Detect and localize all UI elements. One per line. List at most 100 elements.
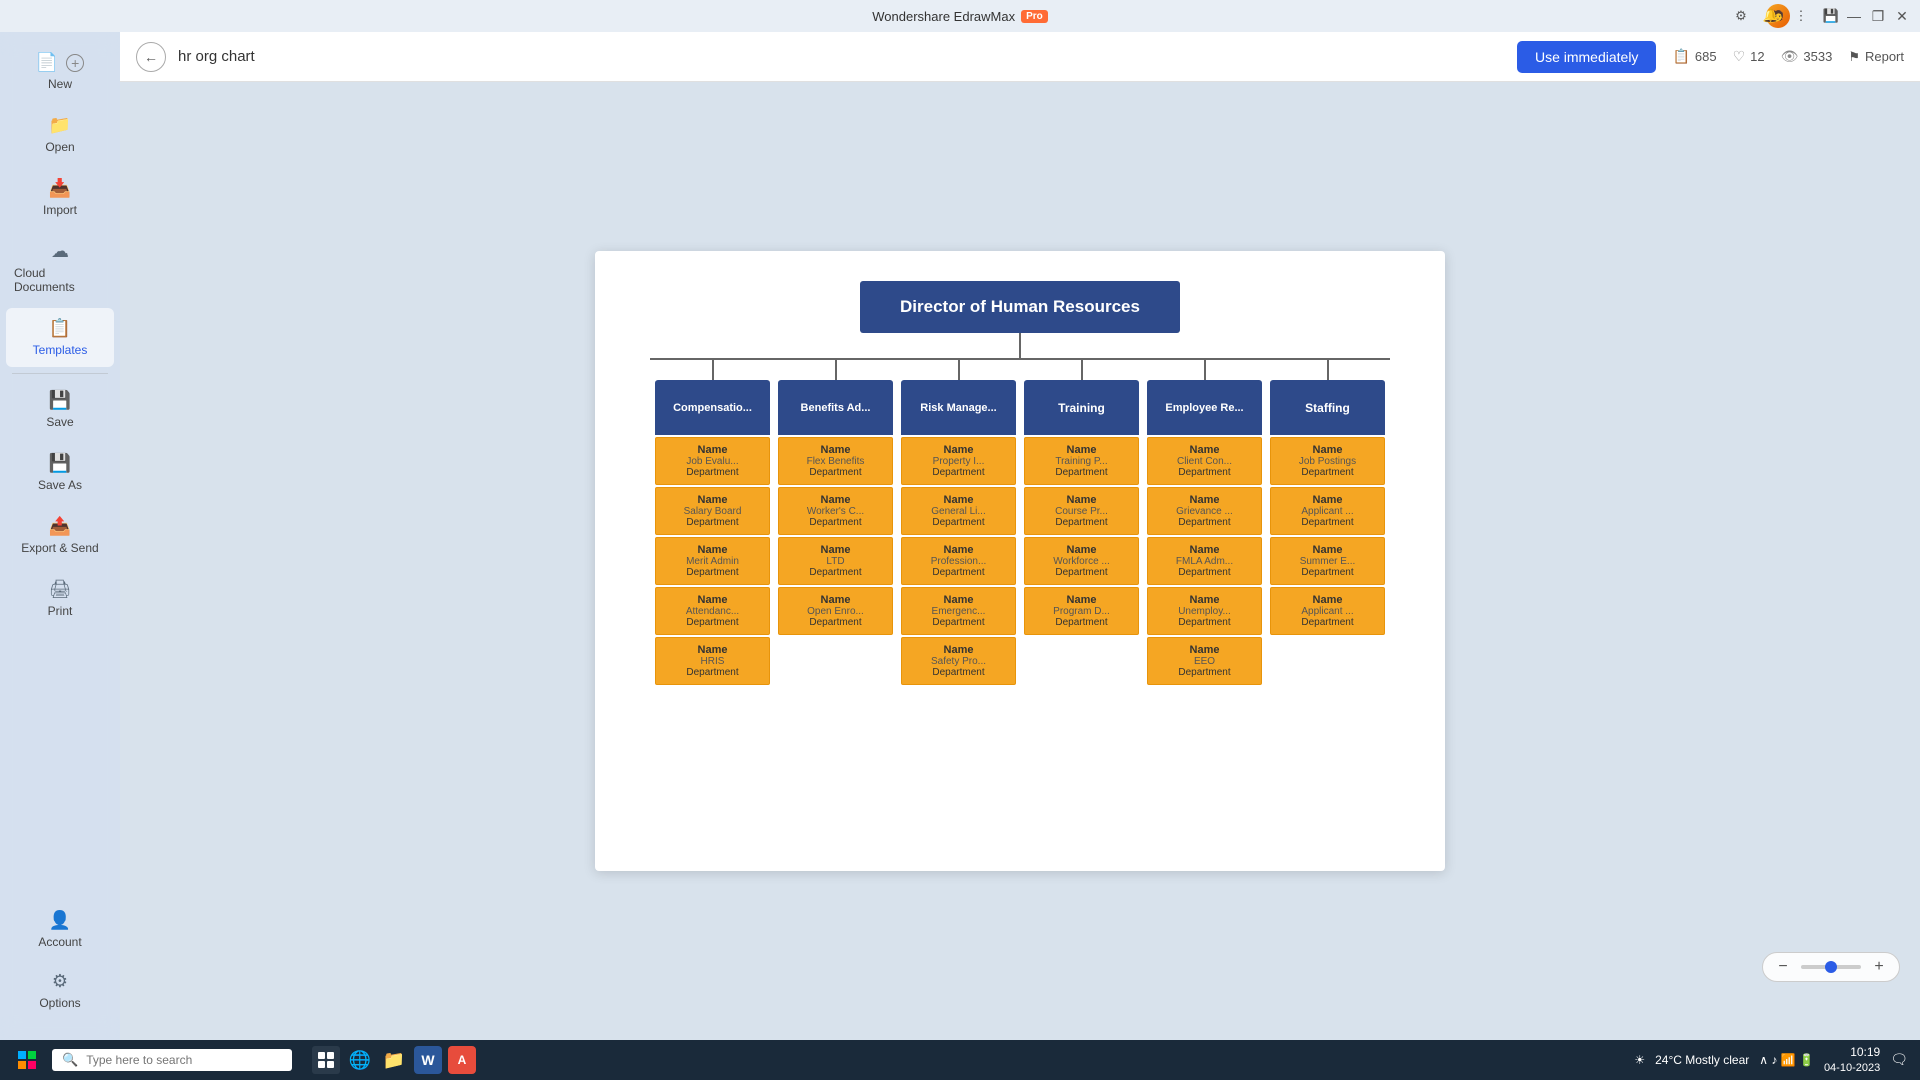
sidebar-item-export[interactable]: 📤 Export & Send [6,506,114,565]
dept-card: Name Unemploy... Department [1147,587,1262,635]
templates-icon: 📋 [49,318,71,339]
dept-staffing-header: Staffing [1270,380,1385,435]
dept-card: Name HRIS Department [655,637,770,685]
likes-stat: ♡ 12 [1733,48,1765,65]
minimize-button[interactable]: — [1846,8,1862,24]
explorer-icon[interactable]: 📁 [380,1046,408,1074]
zoom-in-button[interactable]: + [1869,957,1889,977]
sidebar-options-label: Options [39,996,80,1010]
app-title: Wondershare EdrawMax Pro [872,9,1048,24]
branch-5 [1147,360,1262,380]
menu-icon[interactable]: ⋮ [1792,7,1810,25]
branch-1 [655,360,770,380]
zoom-out-button[interactable]: − [1773,957,1793,977]
dept-card: Name Flex Benefits Department [778,437,893,485]
back-button[interactable]: ← [136,42,166,72]
sidebar-templates-label: Templates [33,343,88,357]
sidebar-cloud-label: Cloud Documents [14,266,106,294]
dept-risk: Risk Manage... Name Property I... Depart… [901,380,1016,685]
import-icon: 📥 [49,178,71,199]
sidebar-item-cloud[interactable]: ☁ Cloud Documents [6,231,114,304]
sidebar-import-label: Import [43,203,77,217]
card-sub: Job Evalu... [660,456,765,467]
sidebar-open-label: Open [45,140,74,154]
options-icon: ⚙ [52,971,68,992]
dept-card: Name Merit Admin Department [655,537,770,585]
card-name: Name [660,444,765,456]
branch-vert-3 [958,360,960,380]
dept-card: Name Safety Pro... Department [901,637,1016,685]
views-icon: 👁 [1781,48,1799,65]
zoom-thumb [1825,961,1837,973]
sidebar-item-options[interactable]: ⚙ Options [6,961,114,1020]
card-dept: Department [660,467,765,478]
settings-icon[interactable]: ⚙ [1732,7,1750,25]
dept-employee-header: Employee Re... [1147,380,1262,435]
window-controls: — ❐ ✕ [1846,8,1910,24]
sidebar: 📄 + New 📁 Open 📥 Import ☁ Cloud Document… [0,32,120,1040]
dept-training-header: Training [1024,380,1139,435]
print-icon: 🖨 [49,579,72,600]
sidebar-divider [12,373,108,374]
sidebar-save-label: Save [46,415,73,429]
branch-3 [901,360,1016,380]
start-icon[interactable] [12,1045,42,1075]
cloud-icon: ☁ [51,241,69,262]
branch-6 [1270,360,1385,380]
edge-icon[interactable]: 🌐 [346,1046,374,1074]
save-icon[interactable]: 💾 [1822,7,1840,25]
sidebar-item-new[interactable]: 📄 + New [6,42,114,101]
dept-card: Name Worker's C... Department [778,487,893,535]
dept-staffing: Staffing Name Job Postings Department Na… [1270,380,1385,635]
sidebar-item-import[interactable]: 📥 Import [6,168,114,227]
dept-card: Name Client Con... Department [1147,437,1262,485]
likes-count: 12 [1750,49,1764,64]
word-icon[interactable]: W [414,1046,442,1074]
report-button[interactable]: ⚑ Report [1848,49,1904,65]
taskbar-search-icon: 🔍 [62,1052,78,1068]
notification-icon[interactable]: 🗨 [1890,1051,1908,1068]
org-tree: Director of Human Resources [615,281,1425,685]
dept-card: Name Workforce ... Department [1024,537,1139,585]
titlebar: Wondershare EdrawMax Pro 🧑 ⚙ 🔔 ⋮ 💾 — ❐ ✕ [0,0,1920,32]
copies-icon: 📋 [1672,48,1689,65]
new-icon: 📄 [36,52,58,73]
new-plus-icon[interactable]: + [66,54,84,72]
dept-risk-header: Risk Manage... [901,380,1016,435]
dept-card: Name General Li... Department [901,487,1016,535]
taskbar-search[interactable]: 🔍 [52,1049,292,1071]
sidebar-item-print[interactable]: 🖨 Print [6,569,114,628]
edraw-icon[interactable]: A [448,1046,476,1074]
sidebar-item-open[interactable]: 📁 Open [6,105,114,164]
dept-card: Name LTD Department [778,537,893,585]
dept-card: Name Attendanc... Department [655,587,770,635]
dept-compensation: Compensatio... Name Job Evalu... Departm… [655,380,770,685]
branch-vert-1 [712,360,714,380]
dept-card: Name Salary Board Department [655,487,770,535]
taskbar-search-input[interactable] [86,1053,266,1067]
branch-vert-5 [1204,360,1206,380]
report-icon: ⚑ [1848,49,1860,65]
dept-card: Name Job Postings Department [1270,437,1385,485]
export-icon: 📤 [49,516,71,537]
dept-card: Name Training P... Department [1024,437,1139,485]
zoom-slider[interactable] [1801,965,1861,969]
dept-card: Name Applicant ... Department [1270,487,1385,535]
close-button[interactable]: ✕ [1894,8,1910,24]
sidebar-item-saveas[interactable]: 💾 Save As [6,443,114,502]
bell-icon[interactable]: 🔔 [1762,7,1780,25]
clock-date: 04-10-2023 [1824,1061,1880,1075]
sidebar-item-save[interactable]: 💾 Save [6,380,114,439]
copies-count: 685 [1695,49,1717,64]
use-immediately-button[interactable]: Use immediately [1517,41,1656,73]
restore-button[interactable]: ❐ [1870,8,1886,24]
dept-benefits: Benefits Ad... Name Flex Benefits Depart… [778,380,893,635]
saveas-icon: 💾 [49,453,71,474]
taskview-icon[interactable] [312,1046,340,1074]
sidebar-item-templates[interactable]: 📋 Templates [6,308,114,367]
sidebar-item-account[interactable]: 👤 Account [6,900,114,959]
toolbar: ← hr org chart Use immediately 📋 685 ♡ 1… [120,32,1920,82]
likes-icon: ♡ [1733,48,1746,65]
canvas-area[interactable]: Director of Human Resources [120,82,1920,1040]
branch-4 [1024,360,1139,380]
